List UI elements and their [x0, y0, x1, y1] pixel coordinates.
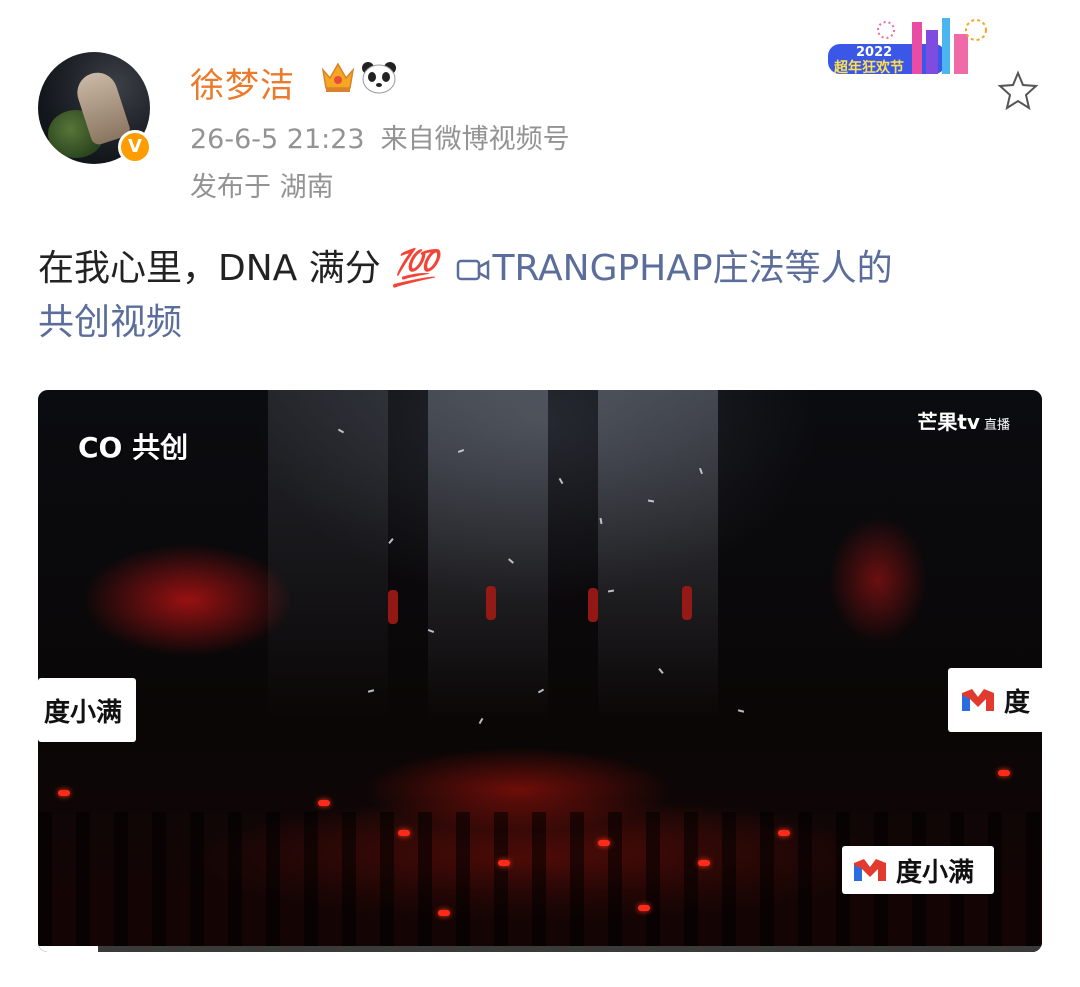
dancer	[682, 586, 692, 620]
light-beam	[268, 390, 388, 720]
mango-tv-logo: 芒果tv 直播	[917, 406, 1010, 435]
sign-right: 度	[948, 668, 1042, 732]
sign-left: 度小满	[38, 678, 136, 742]
video-progress-bar[interactable]	[38, 946, 1042, 952]
co-create-label: CO 共创	[78, 431, 189, 464]
post-source[interactable]: 来自微博视频号	[381, 124, 570, 155]
sign-bottom-text: 度小满	[896, 857, 975, 888]
verified-icon: V	[118, 130, 152, 164]
video-progress-fill	[38, 946, 99, 952]
dancer	[388, 590, 398, 624]
stage-light	[498, 860, 510, 866]
badge-text: 超年狂欢节	[833, 59, 904, 76]
crown-icon	[321, 62, 355, 92]
video-link[interactable]: TRANGPHAP庄法等人的	[492, 248, 892, 289]
duxiaoman-logo-icon	[962, 689, 994, 711]
post-meta: 26-6-5 21:23 来自微博视频号	[190, 117, 570, 156]
stage-light	[598, 840, 610, 846]
stage-light	[698, 860, 710, 866]
dancer	[486, 586, 496, 620]
badge-year: 2022	[856, 45, 892, 60]
post-location: 发布于 湖南	[190, 172, 334, 203]
video-link-2[interactable]: 共创视频	[38, 302, 182, 343]
mango-tv-live: 直播	[983, 418, 1010, 433]
stage-light	[998, 770, 1010, 776]
video-player[interactable]: CO 共创 芒果tv 直播 度小满 度 度小满	[38, 390, 1042, 952]
emoji-100: 💯	[392, 248, 437, 289]
stage-light	[638, 905, 650, 911]
light-beam	[598, 390, 718, 720]
stage-light	[318, 800, 330, 806]
sign-left-text: 度小满	[44, 697, 123, 728]
stage-light	[778, 830, 790, 836]
stage-light	[438, 910, 450, 916]
post-text: 在我心里，DNA 满分 💯 TRANGPHAP庄法等人的 共创视频	[38, 242, 1038, 350]
stage-light	[58, 790, 70, 796]
mango-tv-brand: 芒果tv	[917, 410, 980, 434]
sign-right-text: 度	[1004, 687, 1031, 718]
star-icon[interactable]	[996, 70, 1040, 110]
light-beam	[428, 390, 548, 720]
stage-light	[398, 830, 410, 836]
panda-icon	[362, 62, 396, 94]
sign-bottom: 度小满	[842, 846, 994, 894]
username[interactable]: 徐梦洁	[190, 58, 295, 107]
carnival-badge[interactable]: 2022 超年狂欢节	[826, 16, 992, 86]
dancer	[588, 588, 598, 622]
post-timestamp: 26-6-5 21:23	[190, 124, 365, 155]
post-text-main: 在我心里，DNA 满分	[38, 248, 381, 289]
duxiaoman-logo-icon	[854, 859, 886, 881]
camera-icon	[457, 259, 490, 281]
